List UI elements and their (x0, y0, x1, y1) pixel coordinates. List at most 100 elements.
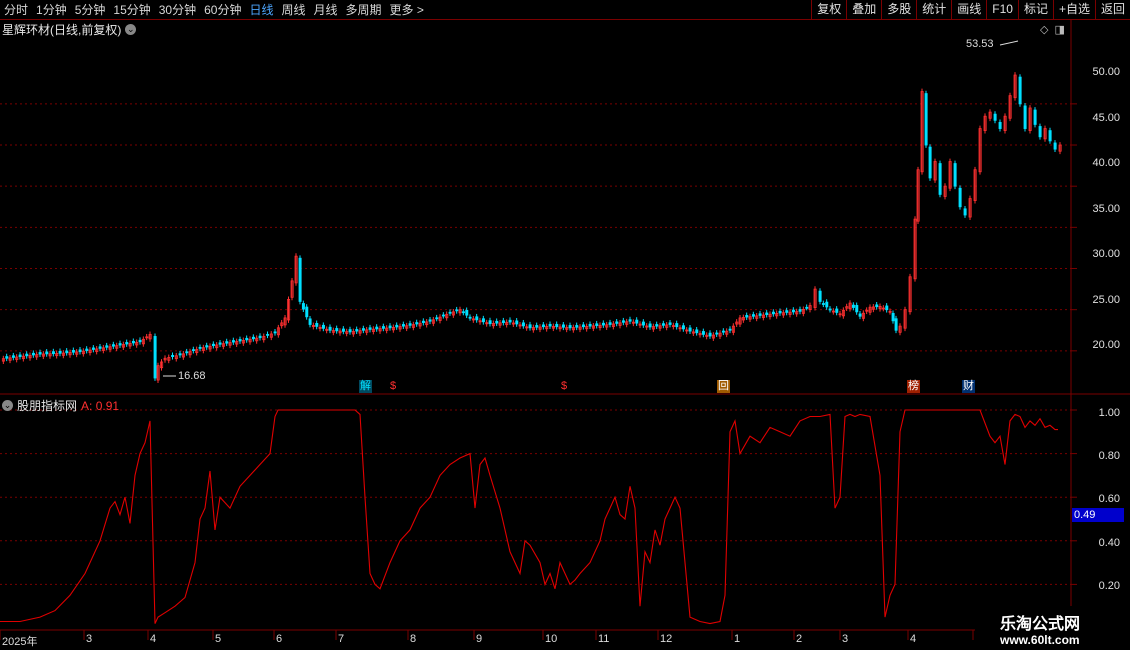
candle-body (875, 304, 879, 308)
candle-body (821, 303, 825, 305)
candle-body (871, 306, 875, 310)
candle-body (968, 198, 972, 218)
indicator-name[interactable]: 股朋指标网 (17, 397, 77, 414)
candle-body (988, 111, 992, 119)
candle-body (145, 336, 149, 339)
period-more[interactable]: 更多 > (386, 1, 428, 18)
candle-body (1043, 128, 1047, 140)
window-icon[interactable]: ◨ (1054, 23, 1064, 36)
overlay-button[interactable]: 叠加 (846, 0, 881, 19)
candle-body (211, 343, 215, 347)
draw-line-button[interactable]: 画线 (951, 0, 986, 19)
candle-body (408, 323, 412, 326)
candle-body (451, 311, 455, 316)
candle-body (548, 323, 552, 327)
mark-button[interactable]: 标记 (1017, 0, 1053, 19)
stock-title[interactable]: 星辉环材(日线,前复权) (2, 21, 121, 38)
candle-body (28, 354, 32, 359)
event-dollar-marker[interactable]: $ (389, 380, 397, 393)
period-monthly[interactable]: 月线 (310, 1, 342, 18)
candle-body (581, 324, 585, 328)
candle-body (1018, 76, 1022, 105)
candle-body (651, 326, 655, 330)
candle-body (635, 319, 639, 324)
chart-area[interactable] (0, 0, 1130, 650)
event-list-marker[interactable]: 榜 (907, 380, 920, 393)
month-label: 3 (842, 633, 849, 645)
tool-buttons: 复权 叠加 多股 统计 画线 F10 标记 +自选 返回 (811, 0, 1130, 19)
candle-body (638, 323, 642, 326)
candle-body (938, 163, 942, 195)
candle-body (495, 320, 499, 324)
candle-body (368, 327, 372, 330)
period-fenshi[interactable]: 分时 (0, 1, 32, 18)
add-watchlist-button[interactable]: +自选 (1052, 0, 1095, 19)
chevron-down-icon[interactable]: ⌄ (125, 24, 137, 35)
candle-body (798, 309, 802, 312)
candle-body (425, 321, 429, 326)
period-60min[interactable]: 60分钟 (200, 1, 245, 18)
candle-body (735, 321, 739, 325)
candle-body (861, 312, 865, 319)
period-30min[interactable]: 30分钟 (155, 1, 200, 18)
candle-body (385, 327, 389, 331)
candle-body (575, 325, 579, 328)
candle-body (255, 337, 259, 342)
candle-body (765, 312, 769, 316)
event-finance-marker[interactable]: 财 (962, 380, 975, 393)
candle-body (215, 344, 219, 349)
candle-body (266, 333, 270, 336)
candle-body (81, 350, 85, 355)
back-button[interactable]: 返回 (1094, 0, 1130, 19)
candle-body (45, 351, 49, 355)
candle-body (138, 339, 142, 343)
period-5min[interactable]: 5分钟 (71, 1, 110, 18)
period-weekly[interactable]: 周线 (277, 1, 309, 18)
diamond-icon[interactable]: ◇ (1040, 23, 1048, 36)
event-unlock-marker[interactable]: 解 (359, 380, 372, 393)
candle-body (88, 349, 92, 354)
candle-body (221, 343, 225, 347)
candle-body (21, 355, 25, 360)
candle-body (891, 312, 895, 322)
candle-body (325, 328, 329, 331)
restore-rights-button[interactable]: 复权 (811, 0, 846, 19)
period-1min[interactable]: 1分钟 (32, 1, 71, 18)
event-return-marker[interactable]: 回 (717, 380, 730, 393)
multi-stock-button[interactable]: 多股 (881, 0, 916, 19)
month-label: 1 (734, 633, 741, 645)
period-daily[interactable]: 日线 (245, 1, 277, 18)
candle-body (868, 306, 872, 313)
candle-body (851, 304, 855, 308)
candle-body (768, 313, 772, 318)
chevron-down-icon[interactable]: ⌄ (2, 400, 13, 411)
candle-body (795, 311, 799, 315)
candle-body (290, 280, 294, 298)
candle-body (358, 330, 362, 334)
candle-body (745, 315, 749, 318)
candle-body (348, 329, 352, 333)
event-dollar-marker[interactable]: $ (560, 380, 568, 393)
candle-body (115, 345, 119, 349)
candle-body (568, 325, 572, 329)
statistics-button[interactable]: 统计 (916, 0, 951, 19)
candle-body (538, 326, 542, 330)
f10-button[interactable]: F10 (986, 0, 1018, 19)
period-15min[interactable]: 15分钟 (109, 1, 154, 18)
candle-body (721, 330, 725, 333)
period-multi[interactable]: 多周期 (342, 1, 386, 18)
candle-body (498, 322, 502, 326)
candle-body (625, 321, 629, 325)
month-label: 2 (796, 633, 803, 645)
candle-body (105, 345, 109, 348)
candle-body (748, 316, 752, 320)
candle-body (228, 342, 232, 346)
price-axis-label: 25.00 (1092, 294, 1120, 306)
candle-body (841, 309, 845, 317)
candle-body (958, 187, 962, 208)
candle-body (48, 353, 52, 357)
candle-body (585, 326, 589, 330)
month-label: 3 (86, 633, 93, 645)
candle-body (525, 326, 529, 329)
candle-body (441, 314, 445, 317)
